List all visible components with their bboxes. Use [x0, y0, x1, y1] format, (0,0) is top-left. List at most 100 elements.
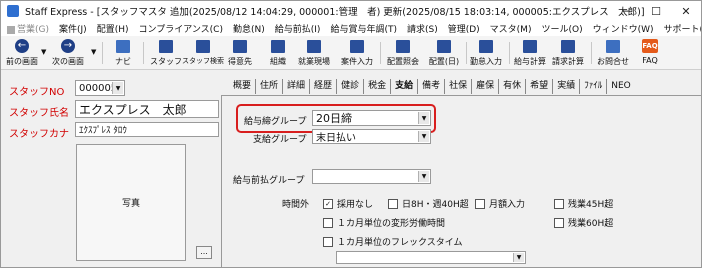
payroll-calc-button[interactable]: 給与計算 [511, 38, 549, 68]
chevron-down-icon: ▼ [418, 131, 429, 142]
org-button[interactable]: 組織 [265, 38, 291, 68]
arrow-left-icon: ← [15, 39, 29, 53]
staff-name-input[interactable]: エクスプレス 太郎 [75, 100, 219, 118]
site-button[interactable]: 就業現場 [295, 38, 333, 68]
pay-close-group-select[interactable]: 20日締 ▼ [312, 110, 431, 126]
tab-address[interactable]: 住所 [255, 79, 282, 94]
faq-icon: FAQ [642, 39, 658, 53]
prev-dropdown-icon[interactable]: ▼ [41, 48, 46, 56]
payment-group-select[interactable]: 末日払い ▼ [312, 129, 431, 144]
billing-label: 請求計算 [552, 57, 584, 66]
navi-button[interactable]: ナビ [109, 38, 137, 68]
menu-support[interactable]: サポート(H) [664, 22, 702, 35]
faq-button[interactable]: FAQ FAQ [637, 38, 663, 68]
assign-day-button[interactable]: 配置(日) [425, 38, 463, 68]
checkmark-icon: ✓ [323, 198, 333, 209]
menu-seikyu[interactable]: 請求(S) [407, 22, 438, 35]
contact-button[interactable]: お問合せ [593, 38, 633, 68]
overtime-label: 時間外 [282, 200, 310, 210]
window-title: Staff Express - [スタッフマスタ 追加(2025/08/12 1… [25, 7, 645, 18]
tab-overview[interactable]: 概要 [229, 79, 255, 94]
menu-master[interactable]: マスタ(M) [490, 22, 532, 35]
menu-kyuyo-shoyo[interactable]: 給与賞与年調(T) [330, 22, 397, 35]
menu-window[interactable]: ウィンドウ(W) [593, 22, 654, 35]
menu-haichi[interactable]: 配置(H) [97, 22, 129, 35]
menu-compliance[interactable]: コンプライアンス(C) [138, 22, 223, 35]
tab-payment[interactable]: 支給 [390, 79, 417, 94]
checkbox-monthly-input[interactable]: 月額入力 [475, 197, 525, 210]
pay-close-group-value: 20日締 [316, 112, 352, 125]
staff-button[interactable]: スタッフ [150, 38, 182, 68]
assign-consult-button[interactable]: 配置照会 [384, 38, 422, 68]
flex-time-select[interactable]: ▼ [336, 251, 526, 264]
checkbox-monthly-variable[interactable]: １カ月単位の変形労働時間 [323, 216, 445, 229]
assign-day-label: 配置(日) [428, 57, 460, 66]
tab-employment-insurance[interactable]: 雇保 [471, 79, 498, 94]
advance-group-select[interactable]: ▼ [312, 169, 431, 184]
client-icon [233, 39, 247, 53]
staff-name-label: スタッフ氏名 [9, 108, 69, 119]
maximize-button[interactable]: ☐ [641, 1, 671, 21]
menu-eigyo-label: 営業(G) [17, 25, 49, 35]
checkbox-overtime-45h[interactable]: 残業45H超 [554, 197, 613, 210]
prev-screen-button[interactable]: ← 前の画面 [5, 38, 39, 68]
staff-label: スタッフ [150, 57, 182, 66]
client-button[interactable]: 得意先 [225, 38, 255, 68]
tab-details[interactable]: 詳細 [282, 79, 309, 94]
menu-bar: 営業(G) 案件(J) 配置(H) コンプライアンス(C) 勤怠(N) 給与前払… [1, 21, 702, 36]
tab-results[interactable]: 実績 [552, 79, 579, 94]
advance-group-label: 給与前払グループ [233, 176, 305, 186]
client-label: 得意先 [228, 57, 252, 66]
checkbox-hire-none-label: 採用なし [337, 200, 374, 210]
checkbox-hire-none[interactable]: ✓ 採用なし [323, 197, 373, 210]
navi-label: ナビ [115, 57, 131, 66]
tab-tax[interactable]: 税金 [363, 79, 390, 94]
checkbox-daily8-label: 日8H・週40H超 [402, 200, 469, 210]
checkbox-daily8-weekly40[interactable]: 日8H・週40H超 [388, 197, 469, 210]
staff-kana-input[interactable]: ｴｸｽﾌﾟﾚｽ ﾀﾛｳ [75, 122, 219, 137]
checkbox-overtime-60h[interactable]: 残業60H超 [554, 216, 613, 229]
tab-neo[interactable]: NEO [606, 79, 635, 94]
staff-icon [159, 39, 173, 53]
photo-browse-button[interactable]: ... [196, 246, 212, 259]
billing-calc-button[interactable]: 請求計算 [549, 38, 587, 68]
staff-search-label: スタッフ検索 [182, 57, 224, 65]
checkbox-monthly-variable-label: １カ月単位の変形労働時間 [337, 219, 446, 229]
job-input-button[interactable]: 案件入力 [339, 38, 375, 68]
tab-health-check[interactable]: 健診 [336, 79, 363, 94]
attendance-input-button[interactable]: 勤怠入力 [467, 38, 505, 68]
next-dropdown-icon[interactable]: ▼ [91, 48, 96, 56]
tab-social-insurance[interactable]: 社保 [444, 79, 471, 94]
staff-no-select[interactable]: 000005 ▼ [75, 80, 125, 96]
checkbox-monthly-flex[interactable]: １カ月単位のフレックスタイム [323, 235, 463, 248]
tab-history[interactable]: 経歴 [309, 79, 336, 94]
checkbox-empty-icon [554, 217, 564, 228]
next-screen-button[interactable]: → 次の画面 [51, 38, 85, 68]
window-controls: ─ ☐ ✕ [611, 1, 701, 21]
minimize-button[interactable]: ─ [611, 1, 641, 21]
checkbox-monthly-flex-label: １カ月単位のフレックスタイム [337, 238, 463, 248]
close-button[interactable]: ✕ [671, 1, 701, 21]
faq-label: FAQ [642, 56, 658, 65]
photo-label: 写真 [121, 199, 140, 209]
menu-anken[interactable]: 案件(J) [59, 22, 87, 35]
payment-group-label: 支給グループ [253, 135, 307, 145]
checkbox-empty-icon [475, 198, 485, 209]
photo-box[interactable]: 写真 [76, 144, 186, 261]
chevron-down-icon: ▼ [112, 82, 123, 94]
tab-paid-leave[interactable]: 有休 [498, 79, 525, 94]
checkbox-empty-icon [388, 198, 398, 209]
chevron-down-icon: ▼ [418, 112, 429, 124]
staff-search-button[interactable]: スタッフ検索 [182, 38, 224, 68]
menu-kyuyo-maebarai[interactable]: 給与前払(I) [275, 22, 321, 35]
menu-eigyo[interactable]: 営業(G) [7, 22, 49, 35]
tab-files[interactable]: ﾌｧｲﾙ [579, 79, 606, 94]
contact-icon [606, 39, 620, 53]
menu-kanri[interactable]: 管理(D) [448, 22, 480, 35]
tab-notes[interactable]: 備考 [417, 79, 444, 94]
app-window: Staff Express - [スタッフマスタ 追加(2025/08/12 1… [0, 0, 702, 268]
tab-bar: 概要 住所 詳細 経歴 健診 税金 支給 備考 社保 雇保 有休 希望 実績 ﾌ… [229, 79, 635, 95]
menu-tool[interactable]: ツール(O) [541, 22, 582, 35]
menu-kintai[interactable]: 勤怠(N) [233, 22, 265, 35]
tab-preferences[interactable]: 希望 [525, 79, 552, 94]
